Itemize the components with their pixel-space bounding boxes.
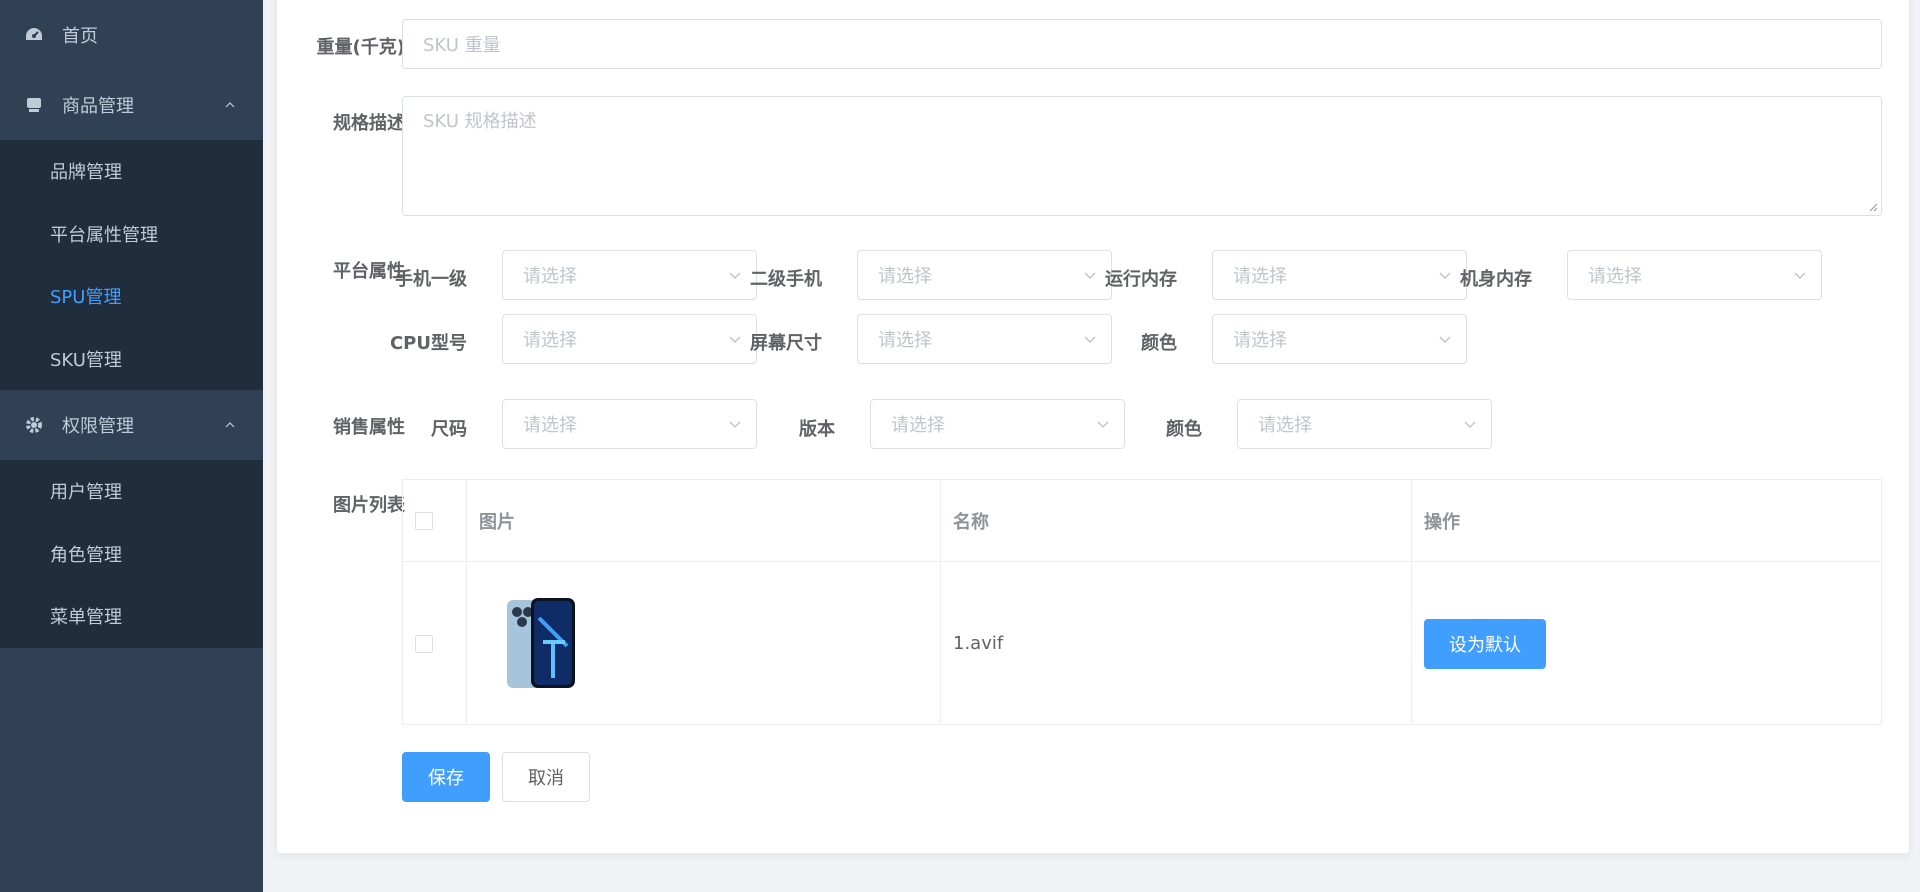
- attr-label: 颜色: [1141, 333, 1177, 354]
- sidebar-item-spu[interactable]: SPU管理: [0, 265, 263, 328]
- chevron-down-icon: [1097, 421, 1109, 429]
- product-image: [507, 597, 577, 690]
- attr-select[interactable]: 请选择: [1567, 250, 1822, 300]
- attr-select[interactable]: 请选择: [502, 250, 757, 300]
- header-action: 操作: [1412, 480, 1883, 562]
- attr-label: 手机一级: [395, 269, 467, 290]
- header-select-cell: [403, 480, 467, 562]
- desc-textarea[interactable]: SKU 规格描述: [402, 96, 1882, 216]
- attr-select[interactable]: 请选择: [1212, 314, 1467, 364]
- attr-label: 二级手机: [750, 269, 822, 290]
- attr-select[interactable]: 请选择: [857, 314, 1112, 364]
- sale-attr-select[interactable]: 请选择: [870, 399, 1125, 449]
- sidebar-item-roles[interactable]: 角色管理: [0, 523, 263, 586]
- attr-select[interactable]: 请选择: [1212, 250, 1467, 300]
- image-table: 图片 名称 操作 1.avif 设为默认: [402, 479, 1883, 725]
- submenu-permission: 用户管理 角色管理 菜单管理: [0, 460, 263, 648]
- sale-attr-select[interactable]: 请选择: [502, 399, 757, 449]
- desc-placeholder: SKU 规格描述: [423, 111, 537, 132]
- select-placeholder: 请选择: [878, 266, 932, 287]
- chevron-down-icon: [729, 421, 741, 429]
- set-default-button[interactable]: 设为默认: [1424, 618, 1546, 669]
- attr-label: CPU型号: [389, 333, 467, 354]
- attr-label: 屏幕尺寸: [750, 333, 822, 354]
- chevron-down-icon: [1794, 272, 1806, 280]
- chevron-down-icon: [1084, 272, 1096, 280]
- cancel-button[interactable]: 取消: [502, 752, 590, 802]
- menu-item-product[interactable]: 商品管理: [0, 70, 263, 140]
- select-placeholder: 请选择: [1588, 266, 1642, 287]
- sale-attr-label: 颜色: [1166, 419, 1202, 440]
- chevron-down-icon: [729, 272, 741, 280]
- shop-icon: [24, 95, 44, 115]
- header-image: 图片: [467, 480, 941, 562]
- select-placeholder: 请选择: [891, 415, 945, 436]
- attr-select[interactable]: 请选择: [857, 250, 1112, 300]
- chevron-up-icon: [225, 422, 235, 428]
- select-placeholder: 请选择: [1233, 266, 1287, 287]
- action-cell: 设为默认: [1412, 562, 1883, 725]
- menu-label-product: 商品管理: [62, 96, 134, 117]
- gear-icon: [24, 415, 44, 435]
- menu-item-home[interactable]: 首页: [0, 0, 263, 70]
- chevron-up-icon: [225, 102, 235, 108]
- sidebar-item-users[interactable]: 用户管理: [0, 460, 263, 523]
- weight-label: 重量(千克): [316, 37, 405, 58]
- sidebar-item-attr[interactable]: 平台属性管理: [0, 203, 263, 266]
- name-cell: 1.avif: [941, 562, 1412, 725]
- weight-placeholder: SKU 重量: [423, 35, 501, 56]
- select-placeholder: 请选择: [1233, 330, 1287, 351]
- sale-attr-label: 尺码: [431, 419, 467, 440]
- attr-label: 运行内存: [1105, 269, 1177, 290]
- select-all-checkbox[interactable]: [415, 511, 433, 530]
- dashboard-icon: [24, 25, 44, 45]
- phone-image-icon: [507, 597, 575, 688]
- weight-input[interactable]: SKU 重量: [402, 19, 1882, 69]
- image-cell: [467, 562, 941, 725]
- header-name: 名称: [941, 480, 1412, 562]
- attr-label: 机身内存: [1460, 269, 1532, 290]
- sidebar-item-sku[interactable]: SKU管理: [0, 328, 263, 391]
- resize-handle-icon[interactable]: [1868, 202, 1878, 212]
- chevron-down-icon: [1084, 336, 1096, 344]
- sale-attr-select[interactable]: 请选择: [1237, 399, 1492, 449]
- sale-attr-label: 版本: [799, 419, 835, 440]
- select-placeholder: 请选择: [523, 330, 577, 351]
- chevron-down-icon: [1439, 336, 1451, 344]
- menu-label-home: 首页: [62, 26, 98, 47]
- desc-label: 规格描述: [333, 113, 405, 134]
- select-placeholder: 请选择: [1258, 415, 1312, 436]
- chevron-down-icon: [1439, 272, 1451, 280]
- form-card: 重量(千克) SKU 重量 规格描述 SKU 规格描述 平台属性 手机一级 请选…: [276, 0, 1910, 854]
- save-button[interactable]: 保存: [402, 752, 490, 802]
- select-placeholder: 请选择: [523, 266, 577, 287]
- image-list-label: 图片列表: [333, 495, 405, 516]
- row-select-cell: [403, 562, 467, 725]
- row-checkbox[interactable]: [415, 634, 433, 653]
- submenu-product: 品牌管理 平台属性管理 SPU管理 SKU管理: [0, 140, 263, 390]
- chevron-down-icon: [729, 336, 741, 344]
- select-placeholder: 请选择: [523, 415, 577, 436]
- menu-label-permission: 权限管理: [62, 416, 134, 437]
- sidebar-item-brand[interactable]: 品牌管理: [0, 140, 263, 203]
- menu-item-permission[interactable]: 权限管理: [0, 390, 263, 460]
- chevron-down-icon: [1464, 421, 1476, 429]
- attr-select[interactable]: 请选择: [502, 314, 757, 364]
- select-placeholder: 请选择: [878, 330, 932, 351]
- sidebar: 首页 商品管理 品牌管理 平台属性管理 SPU管理 SKU管理 权限管理 用户管…: [0, 0, 263, 892]
- sidebar-item-menus[interactable]: 菜单管理: [0, 585, 263, 648]
